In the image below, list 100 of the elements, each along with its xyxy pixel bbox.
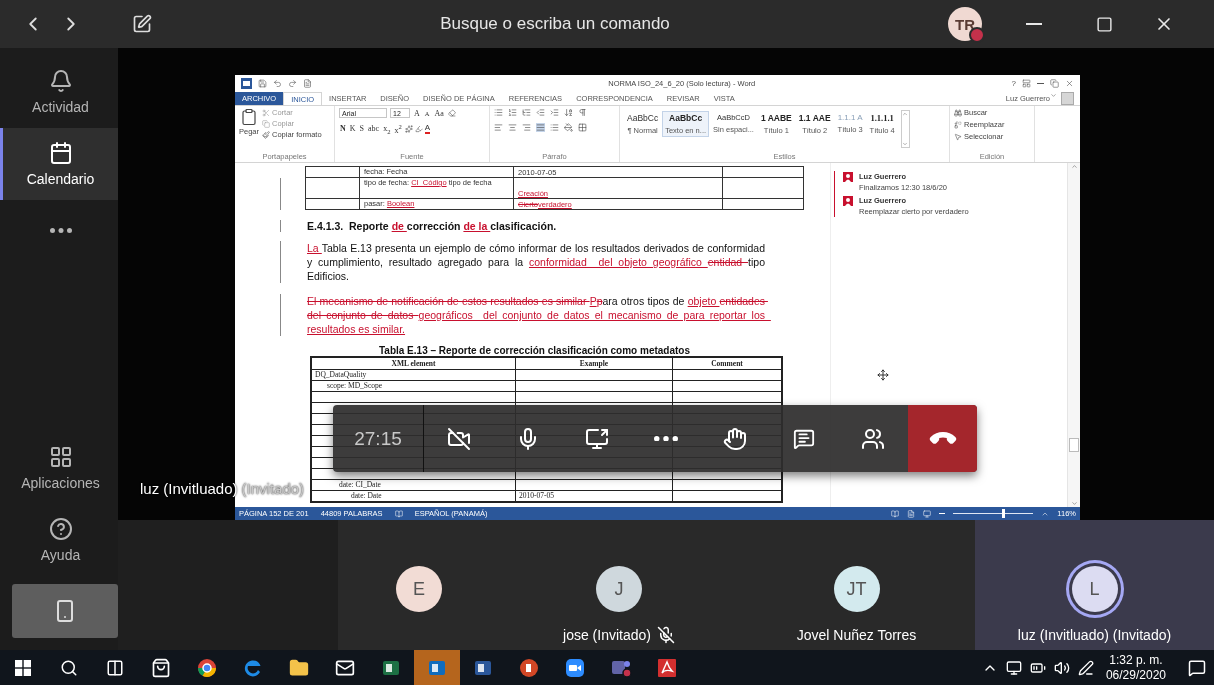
text-effects-icon — [404, 124, 413, 133]
close-icon — [1065, 79, 1074, 88]
borders-icon — [578, 123, 587, 132]
compose-button[interactable] — [132, 14, 152, 34]
search-icon — [60, 658, 78, 677]
share-screen-icon — [584, 426, 609, 451]
help-button[interactable]: ? — [1011, 79, 1016, 88]
book-icon — [394, 509, 403, 518]
copy-icon — [262, 119, 270, 128]
redo-icon — [288, 79, 297, 88]
clock[interactable]: 1:32 p. m. 06/29/2020 — [1105, 652, 1166, 683]
line-spacing-icon — [550, 123, 559, 132]
rail-item[interactable]: Aplicaciones — [0, 432, 118, 504]
align-right-icon — [522, 123, 531, 132]
web-layout-icon — [923, 509, 932, 518]
folder-icon — [289, 657, 309, 678]
up-icon — [902, 111, 909, 117]
participant-name: jose (Invitado) — [563, 627, 651, 643]
restore-icon — [1050, 79, 1059, 88]
browser-icon — [197, 657, 217, 678]
save-icon — [258, 79, 267, 88]
down-icon — [1070, 500, 1078, 507]
camera-off-icon — [446, 426, 471, 451]
binoculars-icon — [954, 108, 962, 117]
shading-icon — [564, 123, 573, 132]
app-icon — [657, 657, 677, 678]
hand-icon — [722, 426, 747, 451]
calendar-icon — [48, 141, 73, 165]
move-cursor-icon — [877, 369, 889, 381]
read-mode-icon — [891, 509, 900, 518]
four-squares-icon — [15, 659, 31, 676]
scrollbar[interactable] — [1067, 163, 1080, 507]
search-field[interactable]: Busque o escriba un comando — [345, 13, 765, 35]
minimize-icon — [1026, 23, 1042, 25]
format-button[interactable]: x$_{2}$ — [382, 123, 392, 135]
table-caption: Tabla E.13 – Reporte de corrección clasificación como metadatos — [377, 345, 691, 356]
clipboard-icon — [240, 108, 258, 126]
app-icon — [519, 657, 539, 678]
volume-icon[interactable] — [1053, 659, 1070, 676]
sort-icon — [564, 108, 573, 117]
rail-item[interactable]: Calendario — [0, 128, 118, 200]
format-button[interactable]: K — [348, 124, 357, 134]
justify-icon — [536, 123, 545, 132]
outdent-icon — [536, 108, 545, 117]
font-color-button[interactable]: A — [424, 123, 431, 134]
print-layout-icon — [907, 509, 916, 518]
replace-icon — [954, 120, 962, 129]
format-button[interactable]: abc — [367, 124, 381, 134]
hang-up-button[interactable] — [908, 405, 977, 472]
call-timer: 27:15 — [333, 405, 424, 472]
participant-avatar: E — [396, 566, 442, 612]
undo-icon — [273, 79, 282, 88]
section-heading: E.4.1.3. Reporte de corrección de la clasificación. — [307, 220, 558, 232]
minimize-icon — [1037, 83, 1044, 84]
align-center-icon — [508, 123, 517, 132]
scissors-icon — [262, 108, 270, 117]
align-left-icon — [494, 123, 503, 132]
format-button[interactable]: N — [339, 124, 347, 134]
zoom-thumb[interactable] — [1001, 509, 1005, 518]
paragraph: El mecanismo de notificación de estos resultados es similar Ppara otros tipos de objeto entidades del conjunto de datos geográficos del conjunto de datos el mecanismo de para reportar los resultados es similar. — [307, 294, 765, 336]
app-logo-icon — [241, 78, 252, 89]
user-avatar[interactable]: TR — [948, 7, 982, 41]
paintbrush-icon — [262, 130, 270, 139]
app-icon — [474, 658, 492, 677]
participant-avatar: JT — [833, 566, 880, 612]
participant-avatar: J — [596, 566, 642, 612]
caret-icon — [1050, 92, 1057, 99]
paragraph: La Tabla E.13 presenta un ejemplo de cómo informar de los resultados derivados de conformidad y cumplimiento, resultado agregado para la conformidad del objeto geográfico entidad tipo Edificios. — [307, 241, 765, 283]
change-case-button[interactable]: Aa — [433, 108, 445, 118]
participant-name: Jovel Nuñez Torres — [796, 627, 917, 643]
participant-name: luz (Invitluado) (Invitado) — [1017, 627, 1172, 643]
chat-icon — [792, 427, 815, 450]
help-icon — [48, 517, 73, 541]
shopping-bag-icon — [151, 657, 171, 678]
format-button[interactable]: S — [358, 124, 365, 134]
presenter-role: (Invitado) — [241, 480, 305, 497]
network-icon[interactable] — [1005, 659, 1022, 676]
more-icon — [49, 227, 72, 233]
ribbon-display-icon — [1022, 79, 1031, 88]
eraser-icon — [447, 109, 456, 117]
more-icon — [653, 435, 678, 442]
notifications-icon[interactable] — [1188, 658, 1206, 677]
grow-font-button[interactable]: A — [413, 108, 421, 118]
format-button[interactable]: x$^{2}$ — [393, 123, 403, 135]
indent-icon — [550, 108, 559, 117]
rail-item[interactable]: Actividad — [0, 56, 118, 128]
bullets-icon — [494, 108, 503, 117]
app-icon — [428, 658, 446, 677]
person-icon — [843, 196, 853, 206]
scroll-thumb[interactable] — [1069, 438, 1079, 452]
pilcrow-icon — [578, 108, 587, 117]
pen-icon[interactable] — [1077, 659, 1094, 676]
highlighter-icon — [414, 124, 423, 133]
video-camera-icon — [565, 657, 585, 678]
people-icon — [860, 426, 885, 451]
up-icon — [1070, 163, 1078, 170]
device-button[interactable] — [12, 584, 118, 638]
person-icon — [843, 172, 853, 182]
down-icon — [902, 141, 909, 147]
rail-item[interactable]: Ayuda — [0, 504, 118, 576]
